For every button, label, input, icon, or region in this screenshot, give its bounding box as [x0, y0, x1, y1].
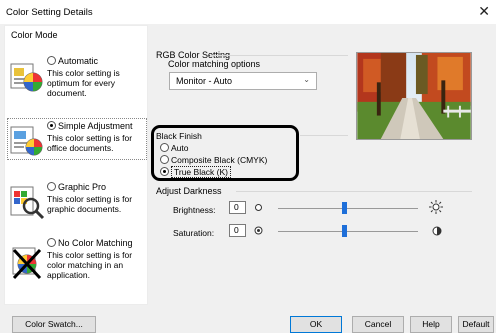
simple-adjustment-icon: [10, 126, 43, 156]
mode-no-color-matching[interactable]: No Color Matching This color setting is …: [5, 238, 147, 294]
black-finish-auto-radio[interactable]: Auto: [160, 143, 189, 153]
saturation-low-icon: [254, 226, 263, 235]
no-color-matching-radio[interactable]: No Color Matching: [47, 238, 147, 248]
radio-circle: [47, 238, 56, 247]
composite-black-label: Composite Black (CMYK): [171, 155, 268, 165]
no-color-matching-description: This color setting is for color matching…: [47, 250, 133, 280]
radio-circle: [47, 121, 56, 130]
saturation-high-icon: [432, 226, 442, 236]
brightness-low-icon: [255, 204, 262, 211]
saturation-input[interactable]: 0: [229, 224, 246, 237]
help-button[interactable]: Help: [410, 316, 452, 333]
window-title: Color Setting Details: [6, 7, 93, 18]
graphic-pro-icon: [10, 186, 45, 220]
auto-mode-icon: [10, 63, 43, 92]
ok-button[interactable]: OK: [290, 316, 342, 333]
black-finish-label: Black Finish: [156, 131, 202, 141]
mode-simple-adjustment[interactable]: Simple Adjustment This color setting is …: [5, 121, 147, 161]
saturation-label: Saturation:: [173, 228, 215, 238]
automatic-description: This color setting is optimum for every …: [47, 68, 120, 98]
radio-circle: [47, 56, 56, 65]
brightness-input[interactable]: 0: [229, 201, 246, 214]
black-finish-true-black-radio[interactable]: True Black (K): [160, 166, 232, 178]
color-matching-dropdown[interactable]: Monitor - Auto ⌄: [169, 72, 317, 90]
graphic-pro-description: This color setting is for graphic docume…: [47, 194, 133, 214]
group-divider: [210, 55, 348, 56]
dropdown-value: Monitor - Auto: [176, 76, 233, 86]
black-finish-composite-radio[interactable]: Composite Black (CMYK): [160, 155, 267, 165]
mode-graphic-pro[interactable]: Graphic Pro This color setting is for gr…: [5, 182, 147, 222]
automatic-label: Automatic: [58, 56, 99, 66]
radio-circle: [160, 143, 169, 152]
no-color-matching-icon: [12, 247, 42, 280]
saturation-slider-track[interactable]: [278, 231, 418, 232]
mode-automatic[interactable]: Automatic This color setting is optimum …: [5, 56, 147, 102]
radio-circle: [160, 155, 169, 164]
color-swatch-button[interactable]: Color Swatch...: [12, 316, 96, 333]
simple-adjustment-radio[interactable]: Simple Adjustment: [47, 121, 147, 131]
graphic-pro-label: Graphic Pro: [58, 182, 107, 192]
automatic-radio[interactable]: Automatic: [47, 56, 147, 66]
simple-adjustment-description: This color setting is for office documen…: [47, 133, 133, 153]
brightness-slider-track[interactable]: [278, 208, 418, 209]
chevron-down-icon: ⌄: [303, 75, 310, 84]
brightness-slider-thumb[interactable]: [342, 202, 347, 214]
close-icon[interactable]: ✕: [478, 3, 490, 20]
default-button[interactable]: Default: [458, 316, 494, 333]
title-bar: Color Setting Details ✕: [0, 0, 496, 24]
brightness-label: Brightness:: [173, 205, 216, 215]
auto-label: Auto: [171, 143, 189, 153]
no-color-matching-label: No Color Matching: [58, 238, 133, 248]
true-black-label: True Black (K): [171, 166, 232, 178]
group-divider: [300, 135, 348, 136]
radio-circle: [160, 167, 169, 176]
radio-circle: [47, 182, 56, 191]
graphic-pro-radio[interactable]: Graphic Pro: [47, 182, 147, 192]
preview-image: [356, 52, 472, 140]
color-matching-label: Color matching options: [168, 59, 261, 69]
color-mode-pane: Color Mode Automatic This color setting …: [4, 25, 148, 305]
cancel-button[interactable]: Cancel: [352, 316, 404, 333]
saturation-slider-thumb[interactable]: [342, 225, 347, 237]
group-divider: [236, 191, 472, 192]
simple-adjustment-label: Simple Adjustment: [58, 121, 133, 131]
brightness-high-icon: [429, 200, 443, 214]
adjust-darkness-label: Adjust Darkness: [156, 186, 222, 196]
color-mode-label: Color Mode: [11, 30, 58, 40]
